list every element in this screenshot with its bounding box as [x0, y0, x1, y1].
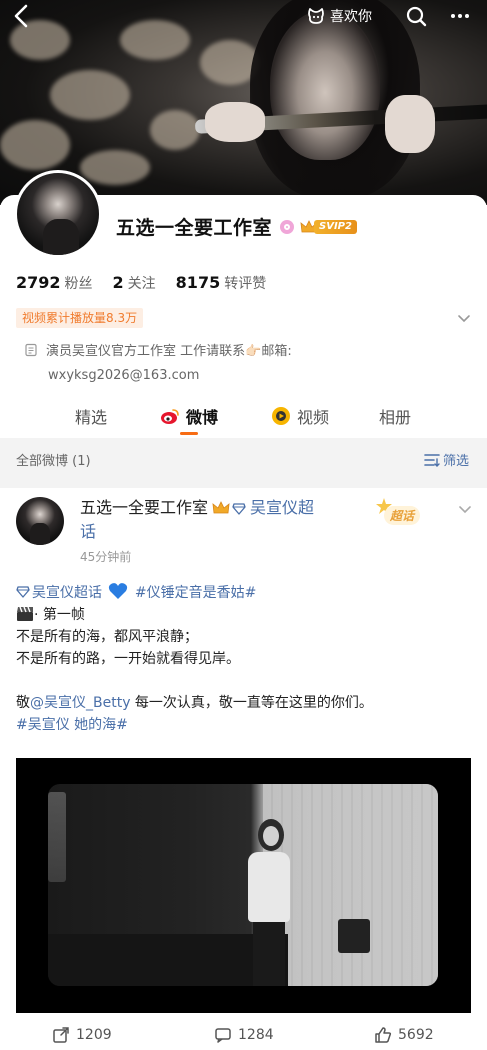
filter-icon: [424, 453, 440, 467]
all-posts-label[interactable]: 全部微博 (1): [16, 450, 91, 469]
video-thumbnail: [48, 784, 438, 986]
supertopic-diamond-icon: [232, 503, 246, 515]
weibo-post: 五选一全要工作室 吴宣仪超话 45分钟前 超话 吴宣仪超话 #仪锤定音是香姑# ·…: [0, 488, 487, 1050]
hashtag-link[interactable]: #仪锤定音是香姑#: [135, 585, 256, 601]
like-count: 5692: [398, 1027, 434, 1043]
top-bar: 喜欢你: [0, 0, 487, 34]
svip-badge[interactable]: SVIP2: [300, 219, 357, 235]
tab-album[interactable]: 相册: [379, 404, 411, 428]
interactions-label: 转评赞: [224, 276, 267, 292]
chevron-down-icon[interactable]: [457, 501, 473, 517]
post-line-3: 不是所有的海，都风平浪静；: [16, 629, 198, 645]
post-author-avatar[interactable]: [16, 497, 64, 545]
interactions-count: 8175: [175, 273, 221, 292]
post-line-4: 不是所有的路，一开始就看得见岸。: [16, 651, 240, 667]
post-line-6-prefix: 敬: [16, 695, 30, 711]
mention-link[interactable]: @吴宣仪_Betty: [30, 695, 130, 711]
following-count[interactable]: 2: [113, 273, 124, 292]
tab-featured-label: 精选: [75, 408, 108, 427]
post-timestamp: 45分钟前: [80, 550, 132, 564]
repost-icon: [53, 1027, 69, 1043]
like-you-label: 喜欢你: [330, 9, 372, 25]
repost-count: 1209: [76, 1027, 112, 1043]
post-line-2: · 第一帧: [16, 604, 471, 626]
section-divider: [0, 480, 487, 488]
post-actions: 1209 1284 5692: [0, 1026, 487, 1050]
search-icon[interactable]: [404, 4, 428, 28]
profile-name: 五选一全要工作室: [116, 217, 273, 239]
post-line-6: 敬@吴宣仪_Betty 每一次认真，敬一直等在这里的你们。: [16, 692, 471, 714]
weibo-icon: [161, 409, 179, 424]
comment-count: 1284: [238, 1027, 274, 1043]
post-line-2-text: · 第一帧: [34, 607, 85, 623]
document-icon: [25, 343, 37, 357]
supertopic-diamond-icon: [16, 586, 30, 598]
supertopic-tag-text: 吴宣仪超话: [32, 585, 102, 601]
hashtag-link-2[interactable]: #吴宣仪 她的海#: [16, 717, 128, 733]
supertopic-tag-link[interactable]: 吴宣仪超话: [16, 585, 102, 601]
followers-label[interactable]: 粉丝: [65, 273, 93, 293]
post-line-1: 吴宣仪超话 #仪锤定音是香姑#: [16, 582, 471, 604]
crown-icon: [212, 501, 230, 514]
supertopic-button[interactable]: 超话: [374, 496, 432, 528]
comment-icon: [215, 1028, 231, 1043]
post-author-name[interactable]: 五选一全要工作室: [80, 498, 208, 517]
thumbs-up-icon: [375, 1027, 392, 1043]
post-supertopic-text: 吴宣仪超: [250, 498, 315, 517]
following-label[interactable]: 关注: [128, 273, 156, 293]
supertopic-button-label: 超话: [384, 506, 421, 525]
tab-featured[interactable]: 精选: [75, 404, 107, 428]
post-content: 吴宣仪超话 #仪锤定音是香姑# · 第一帧 不是所有的海，都风平浪静； 不是所有…: [16, 582, 471, 736]
profile-name-row: 五选一全要工作室 SVIP2: [116, 213, 357, 240]
profile-avatar[interactable]: [14, 170, 102, 258]
active-tab-indicator: [180, 432, 198, 435]
post-supertopic-text-cont: 话: [80, 522, 97, 541]
profile-bio: 演员吴宣仪官方工作室 工作请联系👉🏻邮箱:: [24, 340, 292, 364]
tab-video[interactable]: 视频: [271, 404, 329, 428]
bio-line-2: wxyksg2026@163.com: [48, 368, 200, 383]
like-button[interactable]: 5692: [374, 1026, 434, 1044]
tab-weibo-label: 微博: [186, 408, 219, 427]
more-options-icon[interactable]: [448, 4, 472, 28]
like-you-button[interactable]: 喜欢你: [306, 4, 372, 28]
svip-label: SVIP2: [314, 219, 357, 234]
bio-line-1: 演员吴宣仪官方工作室 工作请联系👉🏻邮箱:: [46, 344, 292, 359]
video-icon: [272, 407, 290, 425]
clapperboard-icon: [17, 606, 33, 621]
filter-label: 筛选: [443, 454, 470, 469]
comment-button[interactable]: 1284: [214, 1026, 274, 1044]
profile-tabs: 精选 微博 视频 相册: [0, 398, 487, 438]
blue-heart-icon: [109, 583, 128, 599]
tab-album-label: 相册: [379, 408, 412, 427]
filter-bar: 全部微博 (1) 筛选: [0, 438, 487, 480]
filter-button[interactable]: 筛选: [424, 450, 469, 469]
chevron-down-icon[interactable]: [456, 310, 472, 326]
back-arrow-icon[interactable]: [8, 2, 36, 30]
post-video[interactable]: [16, 758, 471, 1013]
post-line-6-suffix: 每一次认真，敬一直等在这里的你们。: [130, 695, 373, 711]
pink-badge-icon[interactable]: [280, 219, 295, 234]
repost-button[interactable]: 1209: [52, 1026, 112, 1044]
profile-stats: 2792 粉丝 2 关注 8175 转评赞: [16, 273, 286, 293]
post-author-line: 五选一全要工作室 吴宣仪超话: [80, 496, 350, 544]
post-line-7: #吴宣仪 她的海#: [16, 714, 471, 736]
like-face-icon: [308, 8, 324, 24]
video-play-count-badge[interactable]: 视频累计播放量8.3万: [16, 308, 144, 328]
tab-video-label: 视频: [297, 408, 330, 427]
tab-weibo[interactable]: 微博: [160, 404, 218, 428]
followers-count[interactable]: 2792: [16, 273, 61, 292]
